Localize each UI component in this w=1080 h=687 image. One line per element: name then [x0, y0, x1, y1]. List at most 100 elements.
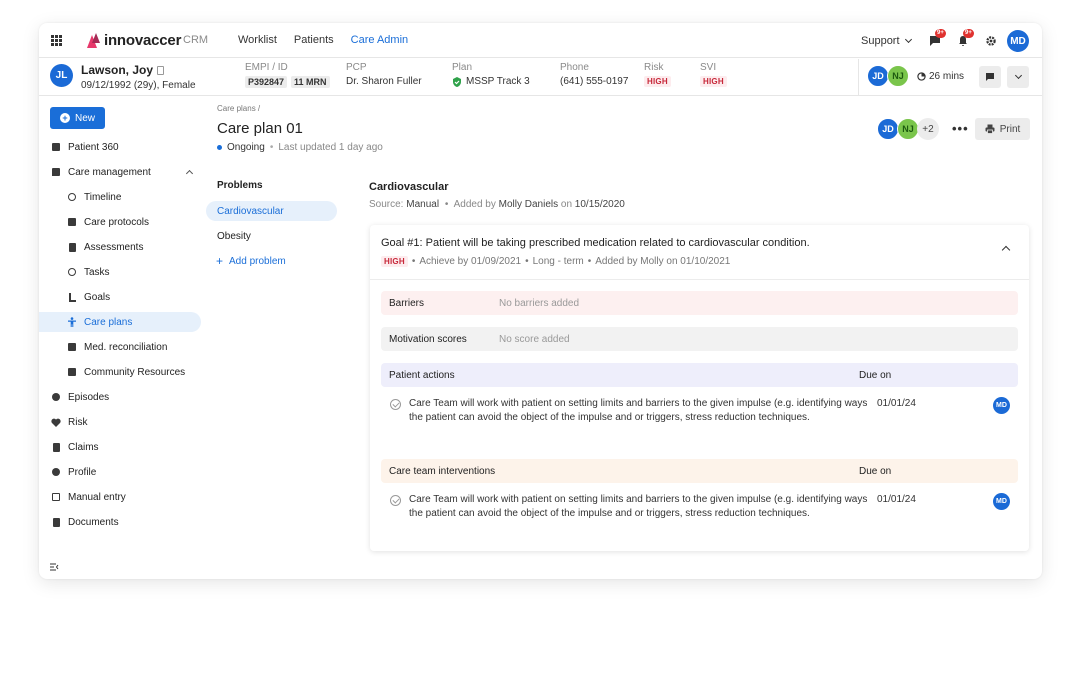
goal-priority-badge: HIGH	[381, 256, 408, 267]
expand-banner-button[interactable]	[1007, 66, 1029, 88]
chevron-up-icon[interactable]	[1001, 245, 1011, 255]
svi-label: SVI	[700, 62, 717, 73]
more-options-icon[interactable]: •••	[952, 121, 969, 136]
last-updated: Last updated 1 day ago	[278, 142, 383, 153]
added-date: 10/15/2020	[574, 199, 625, 210]
sidebar-item-care-plans[interactable]: Care plans	[39, 312, 201, 332]
problem-item-cardiovascular[interactable]: Cardiovascular	[206, 201, 337, 221]
patient-action-assignee[interactable]: MD	[993, 397, 1010, 414]
barriers-placeholder: No barriers added	[499, 297, 580, 309]
patient-name[interactable]: Lawson, Joy	[81, 63, 153, 77]
pcp-label: PCP	[346, 62, 367, 73]
messages-badge: 9+	[935, 29, 946, 38]
added-by-value: Molly Daniels	[498, 199, 559, 210]
gear-icon	[986, 36, 996, 46]
sidebar-item-episodes[interactable]: Episodes	[39, 387, 201, 407]
added-by-label: Added by	[453, 199, 496, 210]
barriers-section[interactable]: Barriers No barriers added	[381, 291, 1018, 315]
timer-icon	[917, 72, 926, 81]
pcp-field: PCP Dr. Sharon Fuller	[346, 62, 422, 87]
check-circle-icon[interactable]	[390, 495, 401, 506]
edit-icon	[51, 492, 61, 502]
sidebar-item-med-reconciliation[interactable]: Med. reconciliation	[39, 337, 201, 357]
nav-link-patients[interactable]: Patients	[294, 34, 334, 46]
care-team-avatar-nj[interactable]: NJ	[887, 65, 909, 87]
patient-banner: JL Lawson, Joy 09/12/1992 (29y), Female …	[39, 59, 1042, 96]
print-label: Print	[999, 123, 1021, 135]
motivation-section[interactable]: Motivation scores No score added	[381, 327, 1018, 351]
pcp-value: Dr. Sharon Fuller	[346, 76, 422, 87]
sidebar-item-goals[interactable]: Goals	[39, 287, 201, 307]
risk-field: Risk HIGH	[644, 62, 671, 87]
patient-details: 09/12/1992 (29y), Female	[81, 80, 196, 91]
sidebar-item-care-protocols[interactable]: Care protocols	[39, 212, 201, 232]
sidebar-item-patient-360[interactable]: Patient 360	[39, 137, 201, 157]
new-button[interactable]: + New	[50, 107, 105, 129]
chat-icon	[51, 167, 61, 177]
status-dot	[217, 145, 222, 150]
sidebar-item-community-resources[interactable]: Community Resources	[39, 362, 201, 382]
sidebar-item-timeline[interactable]: Timeline	[39, 187, 201, 207]
innovaccer-logo[interactable]: innovaccer	[87, 32, 181, 49]
sidebar-item-label: Tasks	[84, 266, 110, 278]
product-name: CRM	[183, 34, 209, 46]
collapse-sidebar-icon[interactable]	[49, 559, 59, 571]
app-grid-icon[interactable]	[51, 35, 62, 46]
support-menu[interactable]: Support	[861, 35, 912, 47]
problem-item-obesity[interactable]: Obesity	[206, 226, 337, 246]
add-problem-button[interactable]: + Add problem	[216, 254, 286, 268]
intervention-text: Care Team will work with patient on sett…	[409, 494, 868, 519]
risk-label: Risk	[644, 62, 664, 73]
sidebar-item-care-management[interactable]: Care management	[39, 162, 201, 182]
separator-dot: •	[269, 142, 274, 153]
sidebar-item-documents[interactable]: Documents	[39, 512, 201, 532]
goal-title: Goal #1: Patient will be taking prescrib…	[381, 237, 810, 249]
support-label: Support	[861, 35, 900, 47]
empi-field: EMPI / ID P392847 11 MRN	[245, 62, 334, 88]
profile-icon	[51, 467, 61, 477]
care-team-avatar-jd[interactable]: JD	[867, 65, 889, 87]
sidebar-item-profile[interactable]: Profile	[39, 462, 201, 482]
nav-link-worklist[interactable]: Worklist	[238, 34, 277, 46]
phone-value[interactable]: (641) 555-0197	[560, 76, 628, 87]
plus-icon: +	[216, 254, 224, 268]
plan-field: Plan MSSP Track 3	[452, 62, 530, 87]
nav-link-care-admin[interactable]: Care Admin	[351, 34, 408, 46]
notifications-button[interactable]: 9+	[957, 29, 974, 46]
copy-icon[interactable]	[157, 65, 165, 75]
user-avatar[interactable]: MD	[1007, 30, 1029, 52]
goal-card: Goal #1: Patient will be taking prescrib…	[370, 225, 1029, 551]
sidebar-item-assessments[interactable]: Assessments	[39, 237, 201, 257]
sidebar-item-label: Episodes	[68, 391, 110, 403]
flag-icon	[67, 292, 77, 302]
breadcrumb-separator: /	[257, 104, 261, 113]
motivation-label: Motivation scores	[389, 333, 467, 345]
main-nav-links: Worklist Patients Care Admin	[238, 34, 425, 46]
due-on-label: Due on	[859, 369, 892, 381]
sidebar: + New Patient 360 Care management Timeli…	[39, 97, 207, 579]
time-tracker[interactable]: 26 mins	[917, 71, 964, 82]
print-button[interactable]: Print	[975, 118, 1030, 140]
sidebar-item-tasks[interactable]: Tasks	[39, 262, 201, 282]
settings-button[interactable]	[985, 34, 997, 46]
status-text: Ongoing	[227, 142, 265, 153]
plan-team-avatar-jd[interactable]: JD	[877, 118, 899, 140]
intervention-assignee[interactable]: MD	[993, 493, 1010, 510]
problem-title: Cardiovascular	[369, 181, 449, 193]
sidebar-item-risk[interactable]: Risk	[39, 412, 201, 432]
chat-button[interactable]	[979, 66, 1001, 88]
plan-team-avatar-nj[interactable]: NJ	[897, 118, 919, 140]
messages-button[interactable]: 9+	[929, 29, 946, 46]
patient-action-text: Care Team will work with patient on sett…	[409, 398, 868, 423]
chevron-up-icon[interactable]	[185, 169, 194, 178]
check-circle-icon[interactable]	[390, 399, 401, 410]
chat-icon	[986, 73, 994, 81]
logo-mark-icon	[87, 32, 101, 49]
sidebar-item-label: Assessments	[84, 241, 144, 253]
sidebar-item-manual-entry[interactable]: Manual entry	[39, 487, 201, 507]
patient-actions-label: Patient actions	[389, 369, 455, 381]
breadcrumb-care-plans[interactable]: Care plans	[217, 104, 256, 113]
sidebar-item-claims[interactable]: Claims	[39, 437, 201, 457]
problem-meta: Source: Manual • Added by Molly Daniels …	[369, 199, 625, 210]
plan-team-more[interactable]: +2	[917, 118, 939, 140]
